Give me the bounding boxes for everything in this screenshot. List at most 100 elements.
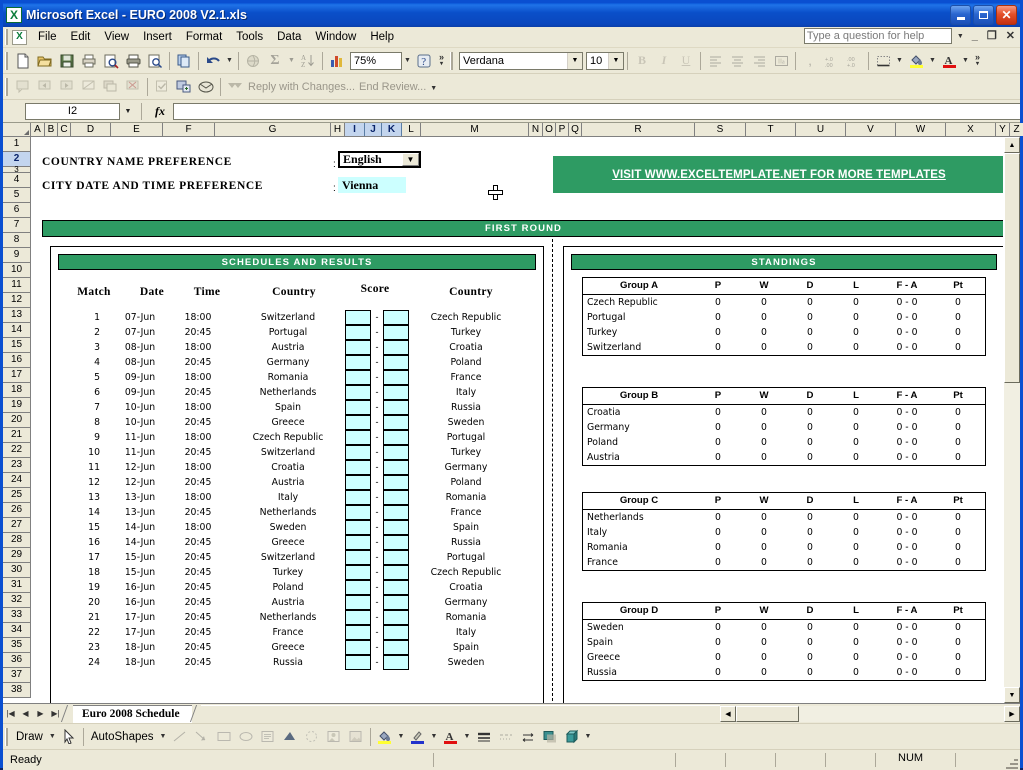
row-header-13[interactable]: 13 — [3, 308, 30, 323]
column-header-c[interactable]: C — [58, 123, 71, 136]
line-style-icon[interactable] — [473, 726, 495, 747]
fill-color-dropdown-icon[interactable]: ▼ — [927, 50, 938, 71]
promo-banner-link[interactable]: VISIT WWW.EXCELTEMPLATE.NET FOR MORE TEM… — [612, 169, 946, 181]
row-header-25[interactable]: 25 — [3, 488, 30, 503]
sheet-tab-euro-2008-schedule[interactable]: Euro 2008 Schedule — [73, 705, 192, 723]
scroll-right-button[interactable]: ▶ — [1004, 706, 1020, 722]
formatting-toolbar-overflow-icon[interactable]: »▾ — [971, 50, 984, 71]
row-header-31[interactable]: 31 — [3, 578, 30, 593]
toolbar-grip-formatting[interactable] — [450, 52, 454, 70]
hide-comment-icon[interactable] — [78, 76, 100, 97]
home-score-input[interactable] — [345, 400, 371, 415]
column-header-e[interactable]: E — [111, 123, 163, 136]
away-score-input[interactable] — [383, 505, 409, 520]
row-header-14[interactable]: 14 — [3, 323, 30, 338]
row-header-1[interactable]: 1 — [3, 137, 30, 152]
horizontal-scroll-thumb[interactable] — [736, 706, 799, 722]
menu-item-help[interactable]: Help — [363, 29, 401, 45]
delete-comment-icon[interactable] — [122, 76, 144, 97]
column-header-p[interactable]: P — [556, 123, 569, 136]
column-header-d[interactable]: D — [71, 123, 111, 136]
away-score-input[interactable] — [383, 430, 409, 445]
draw-dropdown-icon[interactable]: ▼ — [47, 726, 58, 747]
minimize-button[interactable] — [950, 5, 971, 25]
select-objects-icon[interactable] — [58, 726, 80, 747]
row-header-7[interactable]: 7 — [3, 218, 30, 233]
city-preference-value-cell[interactable]: Vienna — [338, 177, 406, 193]
home-score-input[interactable] — [345, 565, 371, 580]
away-score-input[interactable] — [383, 535, 409, 550]
column-header-n[interactable]: N — [529, 123, 543, 136]
column-header-t[interactable]: T — [746, 123, 796, 136]
row-header-24[interactable]: 24 — [3, 473, 30, 488]
away-score-input[interactable] — [383, 400, 409, 415]
maximize-button[interactable] — [973, 5, 994, 25]
font-name-dropdown-icon[interactable]: ▼ — [567, 53, 582, 69]
copy-icon[interactable] — [173, 50, 195, 71]
font-size-input[interactable]: 10 ▼ — [586, 52, 624, 70]
away-score-input[interactable] — [383, 325, 409, 340]
home-score-input[interactable] — [345, 430, 371, 445]
away-score-input[interactable] — [383, 625, 409, 640]
row-header-33[interactable]: 33 — [3, 608, 30, 623]
horizontal-scroll-track[interactable] — [799, 706, 1004, 722]
reply-arrow-icon[interactable] — [224, 76, 246, 97]
diagram-icon[interactable] — [301, 726, 323, 747]
print-button-icon[interactable] — [122, 50, 144, 71]
align-center-icon[interactable] — [726, 50, 748, 71]
sort-ascending-icon[interactable]: AZ — [297, 50, 319, 71]
row-header-11[interactable]: 11 — [3, 278, 30, 293]
hyperlink-icon[interactable] — [242, 50, 264, 71]
font-color-dropdown-icon[interactable]: ▼ — [960, 50, 971, 71]
row-header-34[interactable]: 34 — [3, 623, 30, 638]
menu-item-view[interactable]: View — [97, 29, 136, 45]
row-header-27[interactable]: 27 — [3, 518, 30, 533]
column-header-q[interactable]: Q — [569, 123, 582, 136]
arrow-style-icon[interactable] — [517, 726, 539, 747]
column-header-i[interactable]: I — [345, 123, 365, 136]
row-header-29[interactable]: 29 — [3, 548, 30, 563]
rectangle-icon[interactable] — [213, 726, 235, 747]
home-score-input[interactable] — [345, 310, 371, 325]
insert-picture-icon[interactable] — [345, 726, 367, 747]
home-score-input[interactable] — [345, 415, 371, 430]
column-header-g[interactable]: G — [215, 123, 331, 136]
row-header-6[interactable]: 6 — [3, 203, 30, 218]
away-score-input[interactable] — [383, 490, 409, 505]
spelling-check-icon[interactable] — [144, 50, 166, 71]
away-score-input[interactable] — [383, 415, 409, 430]
clip-art-icon[interactable] — [323, 726, 345, 747]
track-changes-icon[interactable] — [151, 76, 173, 97]
row-header-19[interactable]: 19 — [3, 398, 30, 413]
home-score-input[interactable] — [345, 340, 371, 355]
bold-button[interactable]: B — [631, 50, 653, 71]
align-left-icon[interactable] — [704, 50, 726, 71]
row-header-37[interactable]: 37 — [3, 668, 30, 683]
column-header-l[interactable]: L — [402, 123, 421, 136]
decrease-decimal-icon[interactable]: .00+.0 — [843, 50, 865, 71]
home-score-input[interactable] — [345, 640, 371, 655]
align-right-icon[interactable] — [748, 50, 770, 71]
previous-comment-icon[interactable] — [34, 76, 56, 97]
font-color-icon[interactable]: A — [938, 50, 960, 71]
print-icon[interactable] — [78, 50, 100, 71]
column-header-z[interactable]: Z — [1010, 123, 1023, 136]
chart-wizard-icon[interactable] — [326, 50, 348, 71]
fill-color-draw-icon[interactable] — [374, 726, 396, 747]
reviewing-toolbar-overflow-icon[interactable]: ▼ — [428, 78, 439, 99]
horizontal-scrollbar[interactable]: ◀ ▶ — [720, 706, 1020, 722]
oval-icon[interactable] — [235, 726, 257, 747]
away-score-input[interactable] — [383, 565, 409, 580]
menu-item-insert[interactable]: Insert — [136, 29, 179, 45]
away-score-input[interactable] — [383, 460, 409, 475]
row-header-32[interactable]: 32 — [3, 593, 30, 608]
close-button[interactable]: ✕ — [996, 5, 1017, 25]
increase-decimal-icon[interactable]: +.0.00 — [821, 50, 843, 71]
away-score-input[interactable] — [383, 610, 409, 625]
away-score-input[interactable] — [383, 340, 409, 355]
column-header-u[interactable]: U — [796, 123, 846, 136]
borders-dropdown-icon[interactable]: ▼ — [894, 50, 905, 71]
column-header-s[interactable]: S — [695, 123, 746, 136]
ask-dropdown-icon[interactable]: ▼ — [955, 33, 966, 40]
promo-banner[interactable]: VISIT WWW.EXCELTEMPLATE.NET FOR MORE TEM… — [553, 156, 1003, 193]
